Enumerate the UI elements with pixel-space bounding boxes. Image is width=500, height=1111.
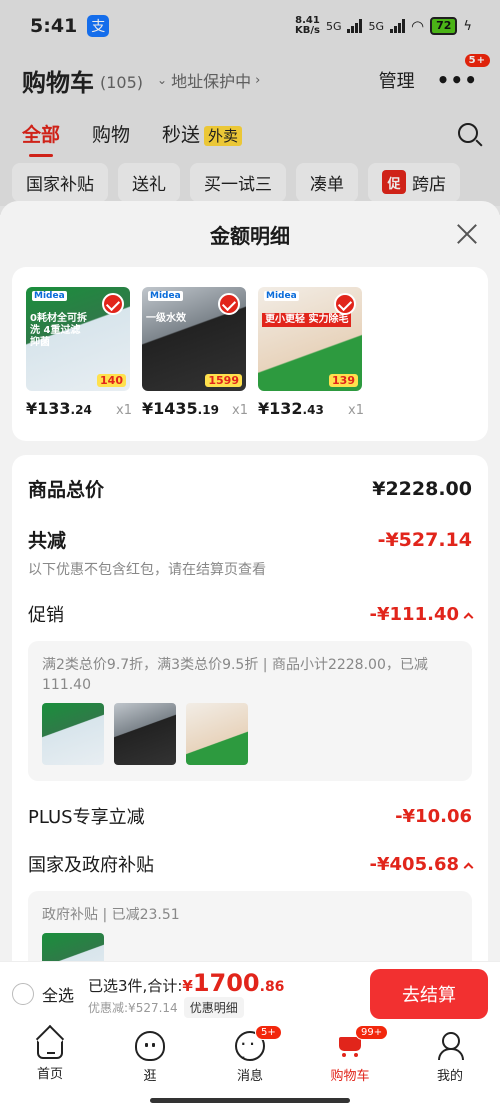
reduce-label: 共减 [28,530,67,552]
product-image: Midea 一级水效 1599 [142,287,246,391]
total-amount-int: 1700 [192,969,260,997]
checkout-summary: 已选3件,合计: ¥ 1700.86 优惠减:¥527.14 优惠明细 [88,969,284,1018]
total-amount-dec: .86 [259,979,285,995]
gov-value: -¥405.68 [369,853,459,875]
promo-value: -¥111.40 [369,603,459,625]
promo-value-wrap: -¥111.40 [369,603,474,625]
promo-label: 促销 [28,605,64,626]
product-item[interactable]: Midea 更小更轻 实力除毛 139 ¥132.43 x1 [258,287,364,441]
brand-logo: Midea [148,291,183,301]
product-price: ¥1435.19 [142,399,219,418]
gov-row[interactable]: 国家及政府补贴 -¥405.68 [28,851,474,877]
product-image: Midea 0耗材全可拆洗 4重过滤抑菌 140 [26,287,130,391]
home-indicator[interactable] [150,1098,350,1103]
product-price: ¥132.43 [258,399,324,418]
nav-me-label: 我的 [436,1069,463,1084]
nav-messages-label: 消息 [236,1069,263,1084]
price-badge: 140 [97,374,126,387]
product-headline: 0耗材全可拆洗 4重过滤抑菌 [30,313,87,348]
checked-icon [218,293,240,315]
nav-browse-label: 逛 [143,1069,157,1084]
discount-text: 优惠减:¥527.14 [88,1001,178,1015]
promo-product-thumb [42,703,104,765]
currency-symbol: ¥ [182,977,193,995]
product-price-int: ¥132 [258,399,303,418]
checkout-button[interactable]: 去结算 [370,968,488,1019]
total-row: 商品总价 ¥2228.00 [28,475,472,502]
gov-product-thumb [42,933,104,961]
plus-value: -¥10.06 [395,805,472,827]
promo-product-thumb [186,703,248,765]
product-item[interactable]: Midea 0耗材全可拆洗 4重过滤抑菌 140 ¥133.24 x1 [26,287,132,441]
product-image: Midea 更小更轻 实力除毛 139 [258,287,362,391]
overlay-dim[interactable] [0,0,500,215]
product-headline: 更小更轻 实力除毛 [262,313,352,327]
product-price-int: ¥1435 [142,399,198,418]
reduce-value: -¥527.14 [377,528,472,551]
nav-cart-label: 购物车 [330,1069,370,1084]
chevron-up-icon [463,612,474,622]
nav-me[interactable]: 我的 [415,1031,485,1111]
checkout-bar: 全选 已选3件,合计: ¥ 1700.86 优惠减:¥527.14 优惠明细 去… [0,961,500,1025]
profile-icon [435,1031,465,1061]
home-icon [37,1037,63,1059]
checked-icon [102,293,124,315]
price-breakdown: 商品总价 ¥2228.00 共减 -¥527.14 以下优惠不包含红包，请在结算… [12,455,488,961]
product-qty: x1 [232,403,248,418]
total-label: 商品总价 [28,479,105,501]
discount-line: 优惠减:¥527.14 优惠明细 [88,997,284,1018]
close-icon[interactable] [454,221,480,247]
total-value: ¥2228.00 [372,477,472,500]
browse-icon [135,1031,165,1061]
price-badge: 139 [329,374,358,387]
product-price-dec: .43 [302,403,324,417]
promo-products [42,703,458,765]
product-list: Midea 0耗材全可拆洗 4重过滤抑菌 140 ¥133.24 x1 Mide… [12,267,488,441]
sheet-title: 金额明细 [210,223,290,248]
select-all-label[interactable]: 全选 [42,982,74,1006]
brand-logo: Midea [32,291,67,301]
product-item[interactable]: Midea 一级水效 1599 ¥1435.19 x1 [142,287,248,441]
price-badge: 1599 [205,374,242,387]
product-headline: 一级水效 [146,313,186,324]
brand-logo: Midea [264,291,299,301]
product-qty: x1 [348,403,364,418]
promo-product-thumb [114,703,176,765]
gov-label: 国家及政府补贴 [28,855,154,876]
amount-detail-sheet: 金额明细 Midea 0耗材全可拆洗 4重过滤抑菌 140 ¥133.24 x1… [0,201,500,961]
product-price: ¥133.24 [26,399,92,418]
reduce-row: 共减 -¥527.14 [28,526,472,553]
gov-desc: 政府补贴 | 已减23.51 [42,907,180,923]
promo-row[interactable]: 促销 -¥111.40 [28,601,474,627]
chevron-up-icon [463,862,474,872]
nav-home[interactable]: 首页 [15,1031,85,1111]
checked-icon [334,293,356,315]
gov-value-wrap: -¥405.68 [369,853,474,875]
cart-badge: 99+ [355,1025,389,1040]
product-qty: x1 [116,403,132,418]
messages-badge: 5+ [255,1025,282,1040]
reduce-note: 以下优惠不包含红包，请在结算页查看 [28,562,266,578]
gov-products [42,933,458,961]
promo-detail: 满2类总价9.7折，满3类总价9.5折 | 商品小计2228.00，已减111.… [28,641,472,781]
bottom-nav: 首页 逛 5+ 消息 99+ 购物车 我的 [0,1025,500,1111]
sheet-header: 金额明细 [0,201,500,267]
product-price-dec: .24 [70,403,92,417]
total-line: 已选3件,合计: ¥ 1700.86 [88,969,284,997]
selected-count: 已选3件,合计: [88,977,183,995]
promo-desc: 满2类总价9.7折，满3类总价9.5折 | 商品小计2228.00，已减111.… [42,657,428,693]
nav-home-label: 首页 [36,1067,63,1082]
plus-row: PLUS专享立减 -¥10.06 [28,803,472,829]
plus-label: PLUS专享立减 [28,807,145,828]
product-price-int: ¥133 [26,399,71,418]
discount-detail-button[interactable]: 优惠明细 [183,997,244,1018]
select-all-radio[interactable] [12,982,34,1005]
product-price-dec: .19 [197,403,219,417]
gov-detail: 政府补贴 | 已减23.51 [28,891,472,961]
total-amount: 1700.86 [193,969,285,997]
